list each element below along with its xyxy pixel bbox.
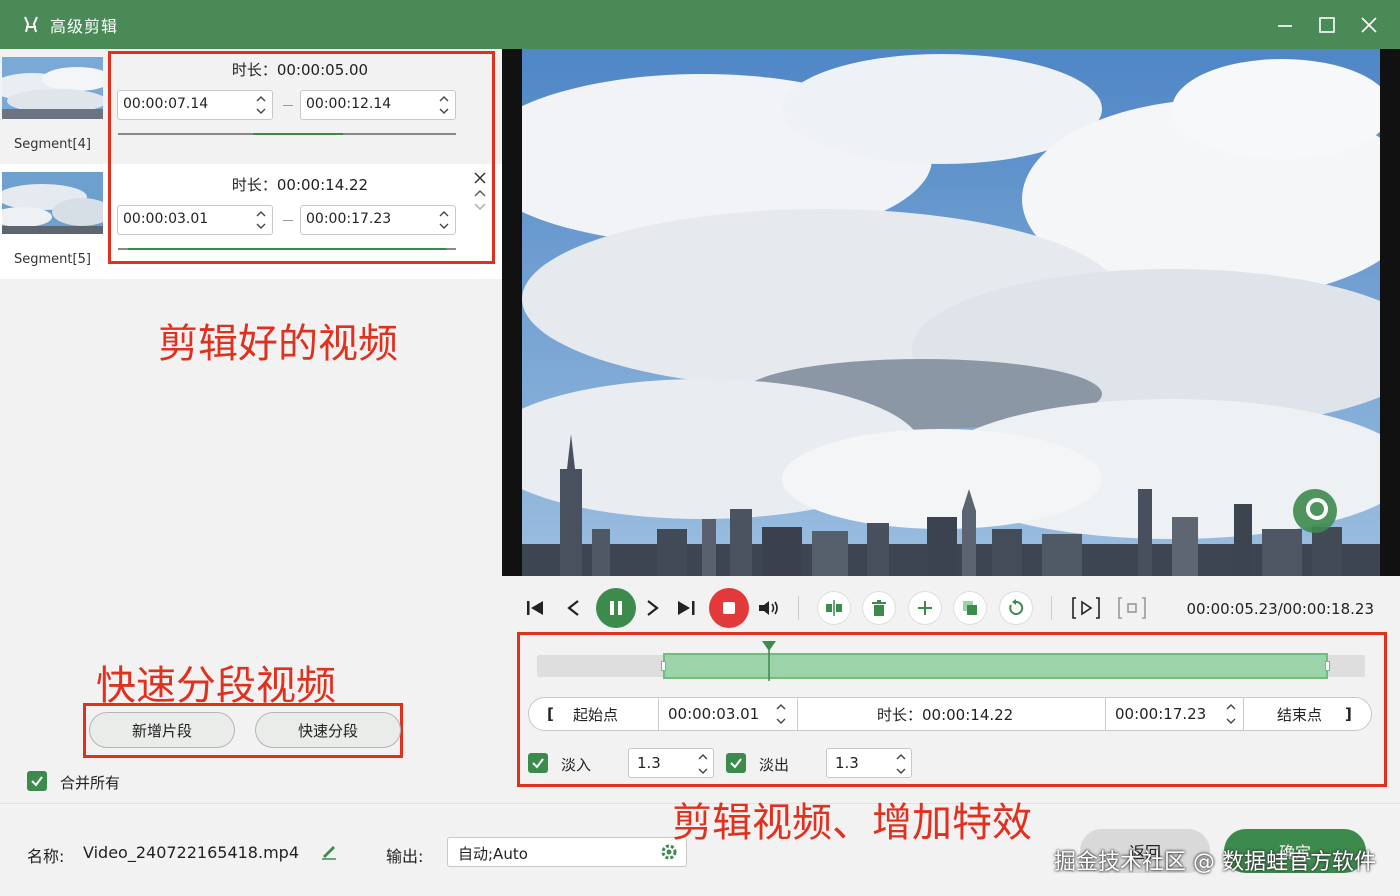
segments-highlight-box	[108, 51, 495, 264]
window-title: 高级剪辑	[50, 16, 119, 36]
trim-divider	[1105, 698, 1106, 730]
output-value: 自动;Auto	[458, 845, 528, 863]
minimize-button[interactable]	[1264, 0, 1306, 49]
end-bracket[interactable]: ]	[1345, 698, 1365, 730]
quick-split-button[interactable]: 快速分段	[255, 712, 401, 748]
reset-icon	[1009, 599, 1024, 615]
watermark-text: 掘金技术社区 @ 数据蛙官方软件	[1054, 850, 1376, 875]
crop-button[interactable]	[1116, 592, 1148, 624]
step-back-icon	[567, 600, 579, 616]
trim-end-input[interactable]: 00:00:17.23	[1115, 698, 1235, 730]
step-forward-icon	[647, 600, 659, 616]
segment-thumbnail	[2, 57, 103, 119]
trim-start-stepper[interactable]	[775, 698, 791, 730]
toolbar-divider	[798, 596, 799, 620]
stop-icon	[723, 602, 735, 614]
fade-in-input[interactable]: 1.3	[628, 748, 714, 778]
delete-icon	[872, 600, 886, 616]
name-label: 名称:	[27, 847, 65, 866]
split-icon	[826, 600, 842, 616]
trim-start-input[interactable]: 00:00:03.01	[668, 698, 788, 730]
edit-pencil-icon	[322, 846, 336, 860]
delete-button[interactable]	[863, 592, 895, 624]
app-logo-icon	[20, 14, 42, 36]
close-button[interactable]	[1348, 0, 1390, 49]
title-bar: 高级剪辑	[0, 0, 1400, 49]
video-frame[interactable]	[522, 49, 1380, 576]
add-icon	[918, 601, 932, 615]
copy-icon	[963, 601, 977, 615]
fade-out-value: 1.3	[835, 754, 859, 772]
fade-out-label: 淡出	[759, 756, 790, 774]
copy-button[interactable]	[954, 592, 986, 624]
time-readout: 00:00:05.23/00:00:18.23	[1186, 600, 1375, 618]
step-forward-button[interactable]	[638, 594, 666, 622]
add-segment-button[interactable]: 新增片段	[89, 712, 235, 748]
output-select[interactable]: 自动;Auto	[447, 837, 687, 867]
maximize-button[interactable]	[1306, 0, 1348, 49]
stepper-arrows-icon	[776, 704, 786, 724]
bottom-bar: 名称: Video_240722165418.mp4 输出: 自动;Auto 剪…	[0, 800, 1400, 896]
trim-end-stepper[interactable]	[1225, 698, 1241, 730]
close-icon	[1361, 16, 1377, 33]
segment-label: Segment[5]	[14, 252, 91, 267]
stepper-arrows-icon	[1226, 704, 1236, 724]
skip-end-icon	[678, 601, 695, 615]
check-icon	[730, 758, 742, 769]
trim-duration: 时长：00:00:14.22	[877, 705, 1014, 724]
pause-icon	[610, 601, 622, 615]
crop-icon	[1118, 597, 1146, 619]
volume-icon	[759, 601, 778, 615]
skip-end-button[interactable]	[672, 594, 700, 622]
edit-annotation: 剪辑视频、增加特效	[672, 800, 1032, 846]
segment-thumbnail	[2, 172, 103, 234]
video-preview-area	[502, 49, 1400, 576]
set-start-button[interactable]: 起始点	[573, 698, 653, 730]
playhead[interactable]	[762, 641, 777, 681]
minimize-icon	[1278, 24, 1292, 27]
segment-label: Segment[4]	[14, 137, 91, 152]
volume-button[interactable]	[755, 594, 783, 622]
rename-button[interactable]	[320, 842, 338, 864]
check-icon	[532, 758, 544, 769]
fade-in-label: 淡入	[561, 756, 592, 774]
segments-annotation: 剪辑好的视频	[158, 321, 398, 367]
selection-right-handle[interactable]	[1325, 661, 1330, 671]
skip-start-button[interactable]	[522, 594, 550, 622]
fade-out-input[interactable]: 1.3	[826, 748, 912, 778]
merge-all-label: 合并所有	[60, 774, 121, 792]
fade-in-checkbox[interactable]	[528, 753, 548, 773]
add-button[interactable]	[909, 592, 941, 624]
split-button[interactable]	[818, 592, 850, 624]
trim-divider	[658, 698, 659, 730]
stepper-arrows-icon[interactable]	[895, 751, 907, 777]
selection-left-handle[interactable]	[661, 661, 666, 671]
check-icon	[31, 776, 43, 787]
merge-all-checkbox[interactable]	[27, 771, 47, 791]
file-name: Video_240722165418.mp4	[83, 843, 299, 862]
trim-divider	[797, 698, 798, 730]
playhead-marker-icon	[762, 641, 777, 681]
stepper-arrows-icon[interactable]	[697, 751, 709, 777]
fade-in-value: 1.3	[637, 754, 661, 772]
stop-button[interactable]	[709, 588, 749, 628]
trim-controls: [ 起始点 00:00:03.01 时长：00:00:14.22 00:00:1…	[528, 697, 1372, 731]
start-bracket[interactable]: [	[547, 698, 567, 730]
preview-button[interactable]	[1070, 592, 1102, 624]
preview-icon	[1072, 597, 1100, 619]
step-back-button[interactable]	[560, 594, 588, 622]
fade-out-checkbox[interactable]	[726, 753, 746, 773]
skip-start-icon	[527, 601, 543, 615]
segment-panel: Segment[4] 时长：00:00:05.00 00:00:07.14 00…	[0, 49, 502, 803]
output-label: 输出:	[386, 847, 424, 866]
maximize-icon	[1319, 16, 1335, 33]
trim-divider	[1243, 698, 1244, 730]
reset-button[interactable]	[1000, 592, 1032, 624]
toolbar-divider	[1051, 596, 1052, 620]
pause-button[interactable]	[596, 588, 636, 628]
